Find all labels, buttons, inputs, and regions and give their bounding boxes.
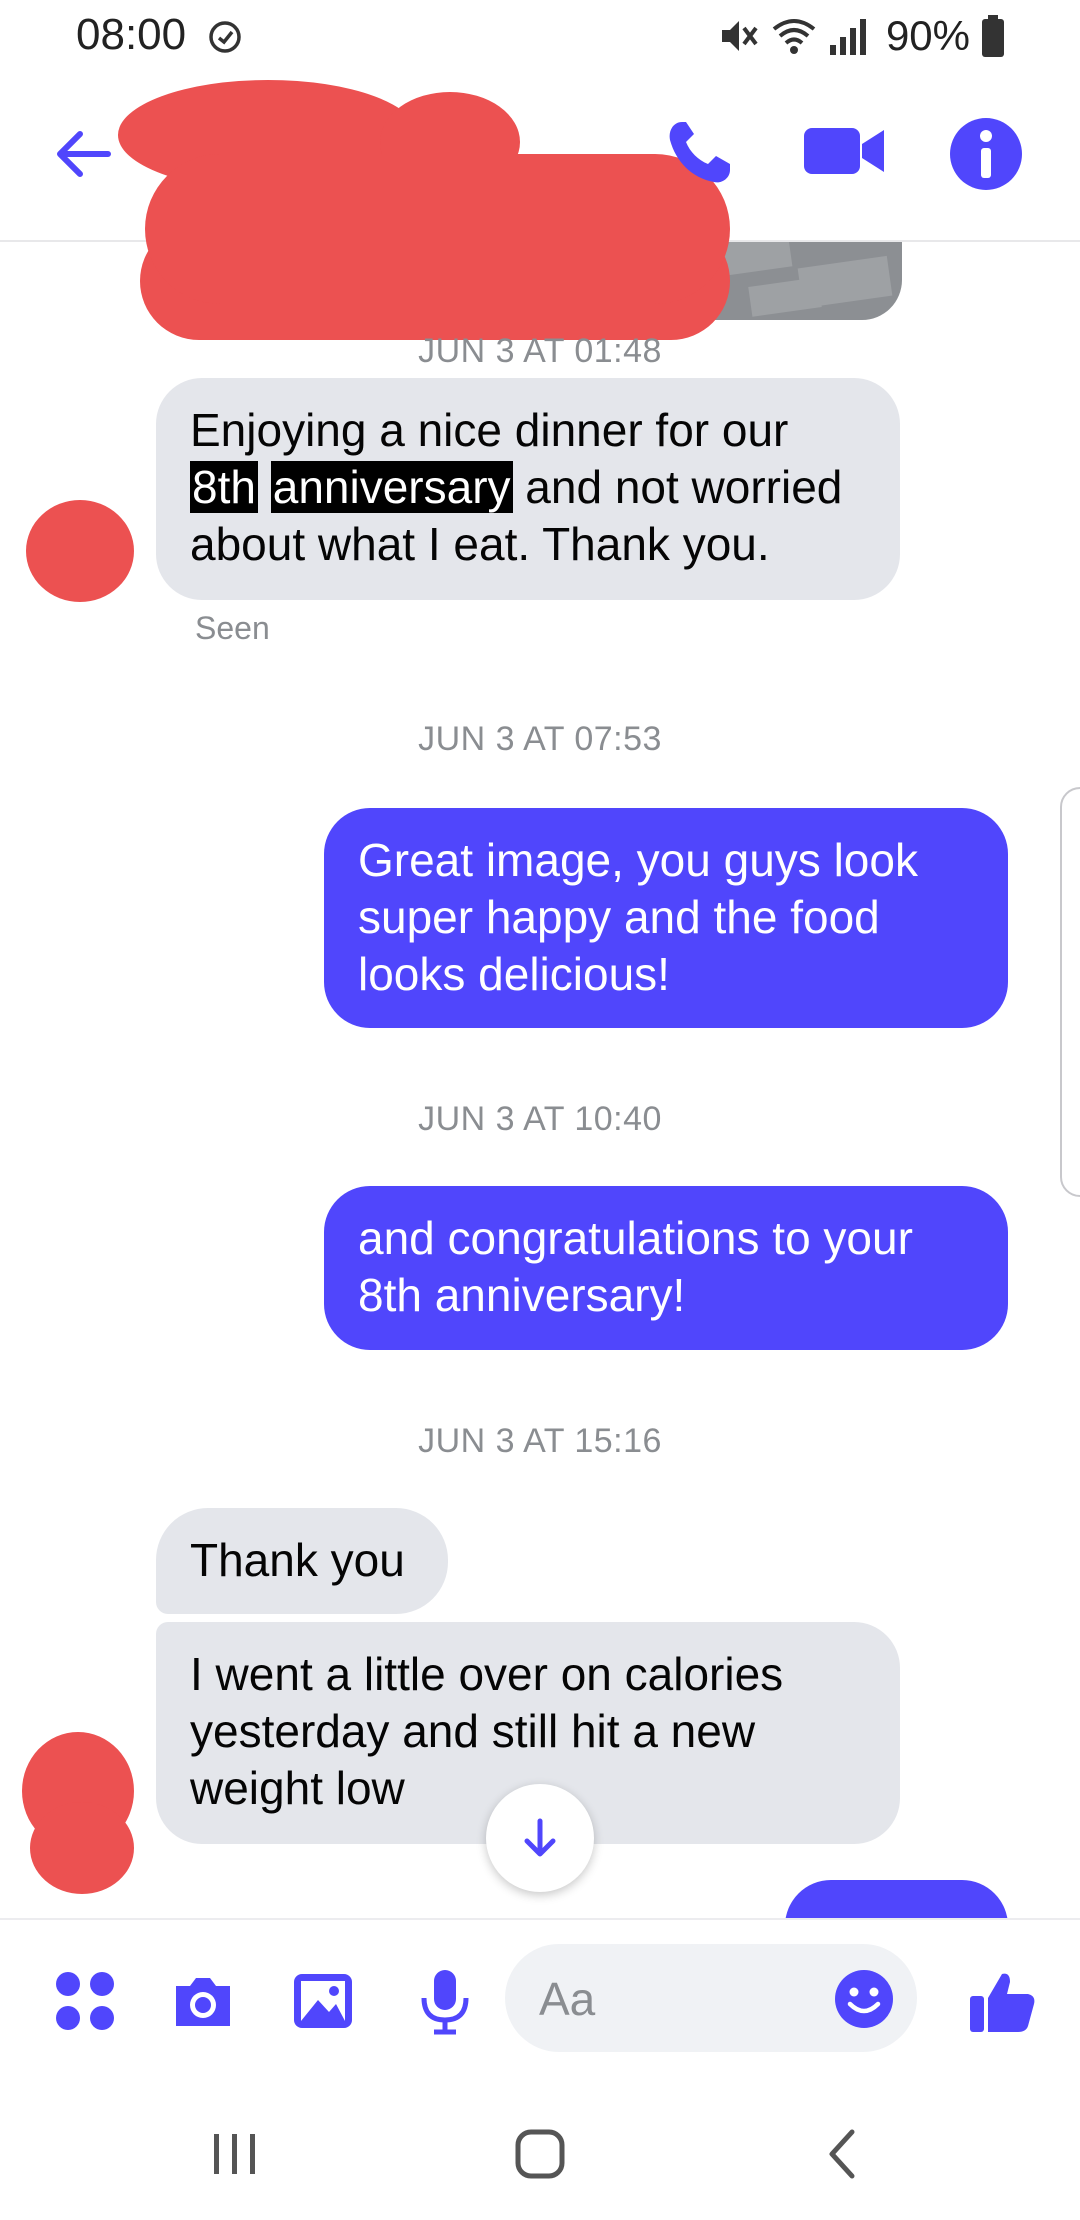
status-bar: 08:00 90%: [0, 0, 1080, 72]
message-text: Great image, you guys look super happy a…: [358, 834, 918, 1000]
gallery-icon[interactable]: [288, 1966, 358, 2036]
highlighted-text: 8th: [190, 461, 258, 513]
wifi-icon: [772, 19, 816, 54]
emoji-icon[interactable]: [833, 1968, 895, 2030]
message-text: Enjoying a nice dinner for our: [190, 404, 789, 456]
mute-icon: [721, 21, 758, 51]
recent-apps-icon[interactable]: [200, 2124, 270, 2184]
message-text: I went a little over on calories yesterd…: [190, 1648, 784, 1814]
timestamp: JUN 3 AT 10:40: [418, 1100, 662, 1138]
outgoing-message-bubble[interactable]: and congratulations to your 8th annivers…: [324, 1186, 1008, 1350]
outgoing-message-bubble[interactable]: [785, 1880, 1008, 1918]
video-camera-icon[interactable]: [800, 112, 890, 192]
camera-icon[interactable]: [168, 1966, 238, 2036]
back-arrow-icon[interactable]: [48, 118, 120, 190]
incoming-message-bubble[interactable]: Thank you: [156, 1508, 448, 1614]
message-placeholder: Aa: [539, 1973, 596, 2025]
conversation-header: [0, 72, 1080, 304]
outgoing-message-bubble[interactable]: Great image, you guys look super happy a…: [324, 808, 1008, 1028]
back-icon[interactable]: [808, 2124, 878, 2184]
jump-to-latest-button[interactable]: [486, 1784, 594, 1892]
microphone-icon[interactable]: [410, 1966, 480, 2036]
alarm-icon: [209, 21, 241, 53]
message-input[interactable]: Aa: [505, 1944, 917, 2052]
timestamp: JUN 3 AT 07:53: [418, 720, 662, 758]
message-text: Thank you: [190, 1534, 405, 1586]
timestamp: JUN 3 AT 01:48: [418, 332, 662, 370]
message-composer: Aa: [0, 1918, 1080, 2078]
signal-icon: [829, 19, 866, 55]
status-icons: 90%: [718, 12, 1006, 60]
system-navigation-bar: [0, 2078, 1080, 2220]
status-time: 08:00: [76, 10, 187, 59]
apps-icon[interactable]: [50, 1966, 120, 2036]
timestamp: JUN 3 AT 15:16: [418, 1422, 662, 1460]
incoming-message-bubble[interactable]: Enjoying a nice dinner for our 8th anniv…: [156, 378, 900, 600]
message-thread[interactable]: JUN 3 AT 01:48 Enjoying a nice dinner fo…: [0, 242, 1080, 1918]
messenger-screen: 08:00 90% JUN 3 AT 01:48 Enjoying a nice…: [0, 0, 1080, 2220]
arrow-down-icon: [524, 1818, 556, 1857]
seen-status: Seen: [195, 610, 270, 646]
thumbs-up-icon[interactable]: [966, 1966, 1038, 2038]
message-text: and congratulations to your 8th annivers…: [358, 1212, 913, 1321]
battery-percent: 90%: [885, 12, 970, 59]
battery-icon: [982, 15, 1004, 57]
home-icon[interactable]: [505, 2124, 575, 2184]
info-icon[interactable]: [944, 112, 1028, 196]
highlighted-text: anniversary: [270, 461, 513, 513]
phone-icon[interactable]: [660, 112, 740, 192]
